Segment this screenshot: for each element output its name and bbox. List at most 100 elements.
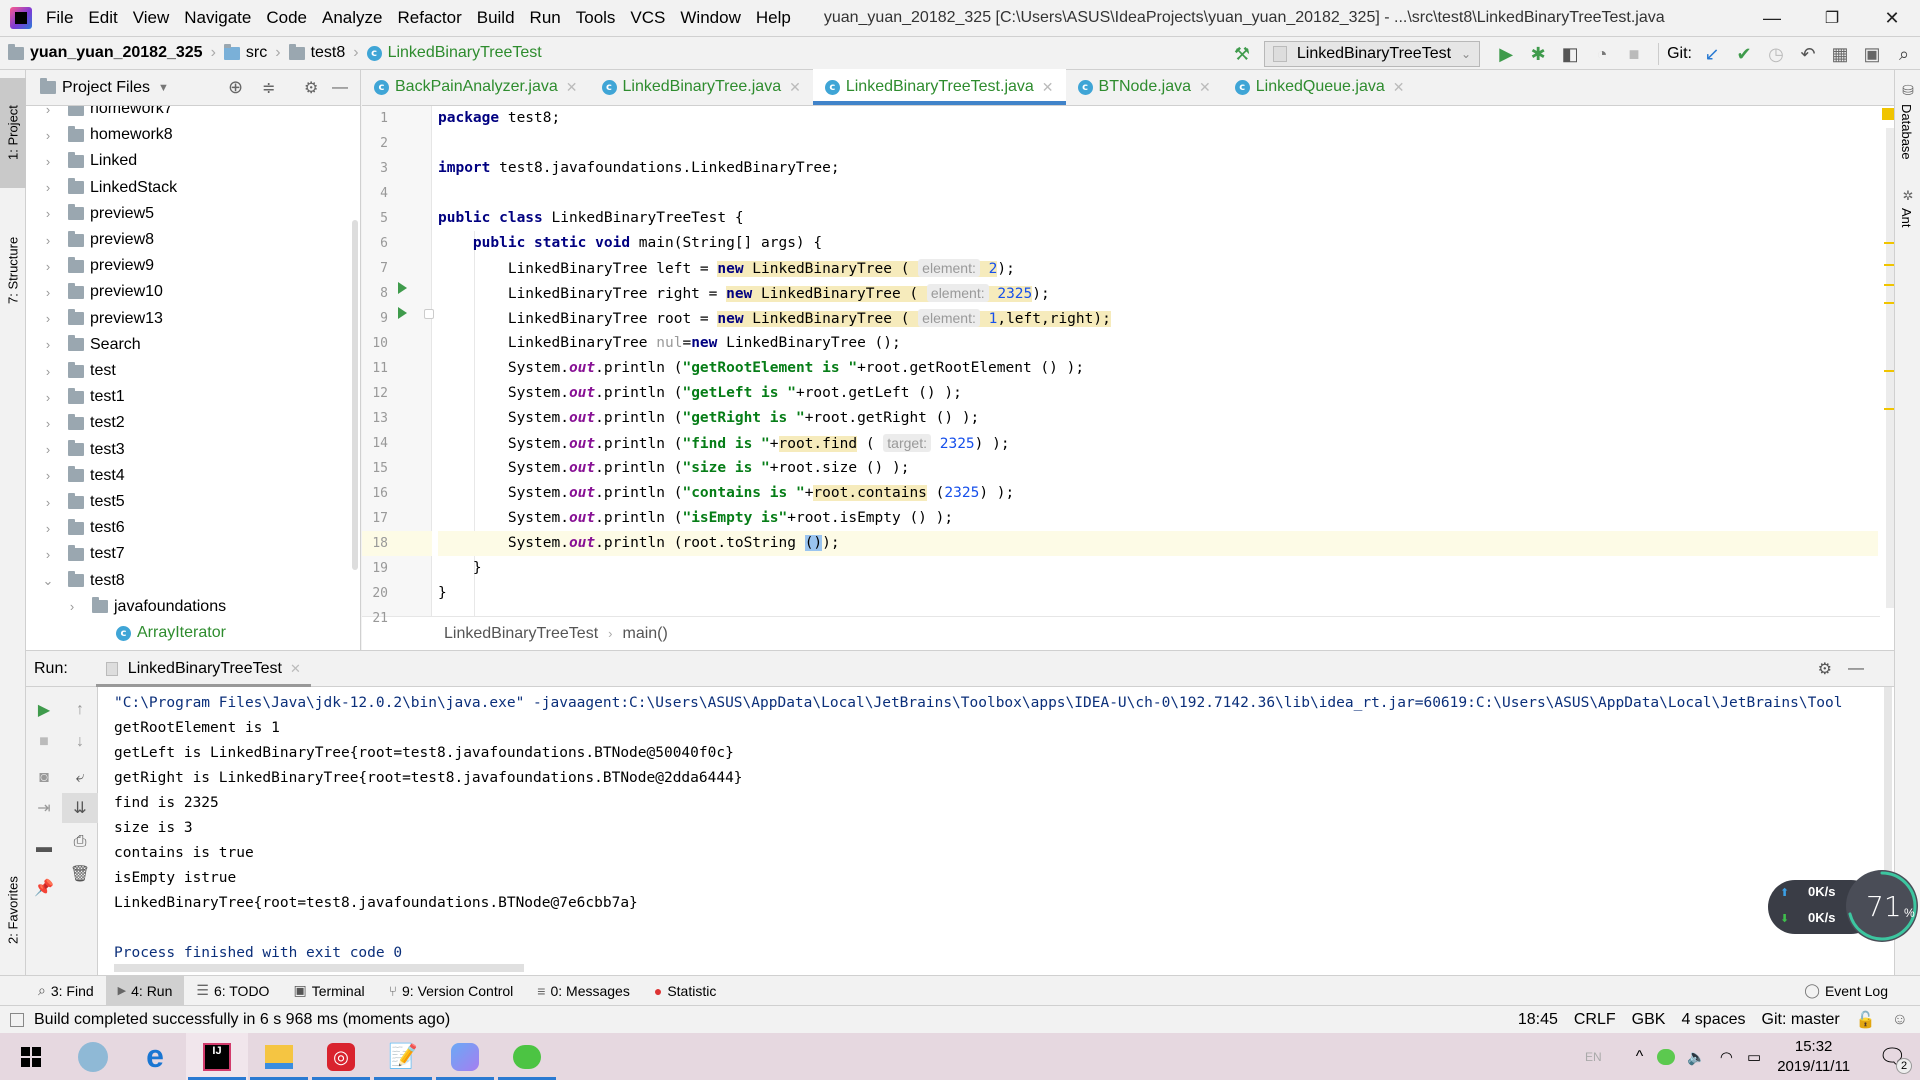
menu-view[interactable]: View xyxy=(133,8,170,28)
run-configuration-select[interactable]: LinkedBinaryTreeTest ⌄ xyxy=(1263,41,1481,67)
menu-tools[interactable]: Tools xyxy=(576,8,616,28)
menu-run[interactable]: Run xyxy=(530,8,561,28)
settings-gear-icon[interactable]: ⚙ xyxy=(1818,659,1832,679)
tree-item-homework7[interactable]: › homework7 xyxy=(42,106,173,122)
menu-refactor[interactable]: Refactor xyxy=(397,8,461,28)
taskbar-wechat[interactable] xyxy=(496,1033,558,1080)
scroll-down-icon[interactable]: ↓ xyxy=(62,727,98,757)
profile-icon[interactable]: ◔ xyxy=(1587,39,1617,69)
tab-linkedbinarytreetest[interactable]: c LinkedBinaryTreeTest.java ✕ xyxy=(812,69,1066,105)
git-update-icon[interactable]: ↙ xyxy=(1697,39,1727,69)
minimize-button[interactable]: — xyxy=(1742,0,1802,36)
restore-layout-icon[interactable]: ⇥ xyxy=(26,793,62,823)
warning-indicator-icon[interactable] xyxy=(1882,108,1894,120)
tree-item-test2[interactable]: › test2 xyxy=(42,410,125,436)
tree-item-linkedstack[interactable]: › LinkedStack xyxy=(42,175,177,201)
inspector-icon[interactable]: ☺ xyxy=(1892,1011,1908,1029)
pin-tab-icon[interactable]: 📌 xyxy=(26,873,62,903)
run-main-gutter-icon[interactable] xyxy=(398,307,407,319)
chevron-right-icon[interactable]: › xyxy=(42,337,54,352)
menu-navigate[interactable]: Navigate xyxy=(184,8,251,28)
chevron-right-icon[interactable]: › xyxy=(42,547,54,562)
chevron-right-icon[interactable]: › xyxy=(42,106,54,117)
tree-item-preview8[interactable]: › preview8 xyxy=(42,227,154,253)
chevron-right-icon[interactable]: › xyxy=(42,180,54,195)
run-tab[interactable]: LinkedBinaryTreeTest ✕ xyxy=(95,651,311,687)
tab-linkedbinarytree[interactable]: c LinkedBinaryTree.java ✕ xyxy=(590,69,813,105)
fold-marker-icon[interactable] xyxy=(424,309,434,319)
tree-item-preview9[interactable]: › preview9 xyxy=(42,253,154,279)
breadcrumb-src[interactable]: src xyxy=(223,43,267,62)
chevron-right-icon[interactable]: › xyxy=(42,206,54,221)
soft-wrap-icon[interactable]: ⤶ xyxy=(62,763,98,793)
scroll-up-icon[interactable]: ↑ xyxy=(62,695,98,725)
input-method-indicator[interactable]: EN xyxy=(1585,1050,1602,1064)
status-message[interactable]: Build completed successfully in 6 s 968 … xyxy=(34,1011,450,1029)
caret-position[interactable]: 18:45 xyxy=(1518,1011,1558,1029)
file-encoding[interactable]: GBK xyxy=(1632,1011,1666,1029)
chevron-right-icon[interactable]: › xyxy=(42,128,54,143)
tab-linkedqueue[interactable]: c LinkedQueue.java ✕ xyxy=(1223,69,1417,105)
chevron-right-icon[interactable]: › xyxy=(42,442,54,457)
tree-item-preview5[interactable]: › preview5 xyxy=(42,201,154,227)
clock[interactable]: 15:32 2019/11/11 xyxy=(1777,1037,1850,1077)
chevron-down-icon[interactable]: ⌄ xyxy=(42,573,54,589)
tab-backpainanalyzer[interactable]: c BackPainAnalyzer.java ✕ xyxy=(362,69,590,105)
menu-window[interactable]: Window xyxy=(680,8,740,28)
hide-panel-icon[interactable]: — xyxy=(332,79,348,97)
locate-file-icon[interactable]: ⊕ xyxy=(228,77,243,98)
settings-gear-icon[interactable]: ⚙ xyxy=(304,78,318,98)
chevron-right-icon[interactable]: › xyxy=(42,390,54,405)
taskbar-notes[interactable]: 📝 xyxy=(372,1033,434,1080)
tool-tab-todo[interactable]: ☰ 6: TODO xyxy=(184,976,281,1006)
chevron-right-icon[interactable]: › xyxy=(42,521,54,536)
git-branch[interactable]: Git: master xyxy=(1762,1011,1840,1029)
project-view-selector[interactable]: Project Files xyxy=(62,79,150,97)
menu-help[interactable]: Help xyxy=(756,8,791,28)
taskbar-cloud[interactable] xyxy=(62,1033,124,1080)
editor-breadcrumb-class[interactable]: LinkedBinaryTreeTest xyxy=(444,625,598,643)
git-history-icon[interactable]: ◷ xyxy=(1761,39,1791,69)
restore-button[interactable]: ❐ xyxy=(1802,0,1862,36)
editor-breadcrumb-method[interactable]: main() xyxy=(623,625,668,643)
code-area[interactable]: package test8; import test8.javafoundati… xyxy=(438,106,1878,616)
tree-item-preview13[interactable]: › preview13 xyxy=(42,306,163,332)
action-center-button[interactable]: 🗨 2 xyxy=(1878,1044,1912,1074)
close-tab-icon[interactable]: ✕ xyxy=(1199,79,1211,96)
terminal-toolbar-icon[interactable]: ▣ xyxy=(1857,39,1887,69)
menu-vcs[interactable]: VCS xyxy=(630,8,665,28)
tree-item-search[interactable]: › Search xyxy=(42,332,141,358)
scroll-to-end-icon[interactable]: ⇊ xyxy=(62,793,98,823)
tree-item-test[interactable]: › test xyxy=(42,358,116,384)
close-tab-icon[interactable]: ✕ xyxy=(1042,79,1054,96)
menu-build[interactable]: Build xyxy=(477,8,515,28)
project-scrollbar[interactable] xyxy=(352,220,358,570)
print-icon[interactable]: ⎙ xyxy=(62,827,98,857)
breadcrumb-project[interactable]: yuan_yuan_20182_325 xyxy=(8,43,203,62)
show-hidden-icons-icon[interactable]: ^ xyxy=(1636,1048,1644,1066)
hide-panel-icon[interactable]: — xyxy=(1848,660,1864,678)
run-icon[interactable]: ▶ xyxy=(1491,39,1521,69)
chevron-right-icon[interactable]: › xyxy=(42,495,54,510)
menu-code[interactable]: Code xyxy=(266,8,307,28)
collapse-all-icon[interactable]: ≑ xyxy=(262,78,275,98)
tool-tab-run[interactable]: ▶ 4: Run xyxy=(105,975,185,1006)
taskbar-photos[interactable] xyxy=(434,1033,496,1080)
debug-icon[interactable]: ✱ xyxy=(1523,39,1553,69)
chevron-right-icon[interactable]: › xyxy=(66,599,78,614)
chevron-right-icon[interactable]: › xyxy=(42,154,54,169)
git-commit-icon[interactable]: ✔ xyxy=(1729,39,1759,69)
console-output[interactable]: "C:\Program Files\Java\jdk-12.0.2\bin\ja… xyxy=(114,687,1894,976)
toggle-tool-windows-icon[interactable] xyxy=(10,1012,24,1027)
lock-icon[interactable]: 🔓 xyxy=(1856,1010,1876,1030)
chevron-right-icon[interactable]: › xyxy=(42,364,54,379)
menu-analyze[interactable]: Analyze xyxy=(322,8,382,28)
rerun-icon[interactable]: ▶ xyxy=(26,695,62,725)
chevron-right-icon[interactable]: › xyxy=(42,233,54,248)
start-button[interactable] xyxy=(0,1033,62,1080)
close-button[interactable]: ✕ xyxy=(1862,0,1920,36)
tab-ant[interactable]: Ant xyxy=(1899,208,1914,228)
battery-icon[interactable]: ▭ xyxy=(1747,1048,1761,1066)
volume-icon[interactable]: 🔈 xyxy=(1687,1048,1706,1066)
console-horizontal-scrollbar[interactable] xyxy=(114,964,524,972)
